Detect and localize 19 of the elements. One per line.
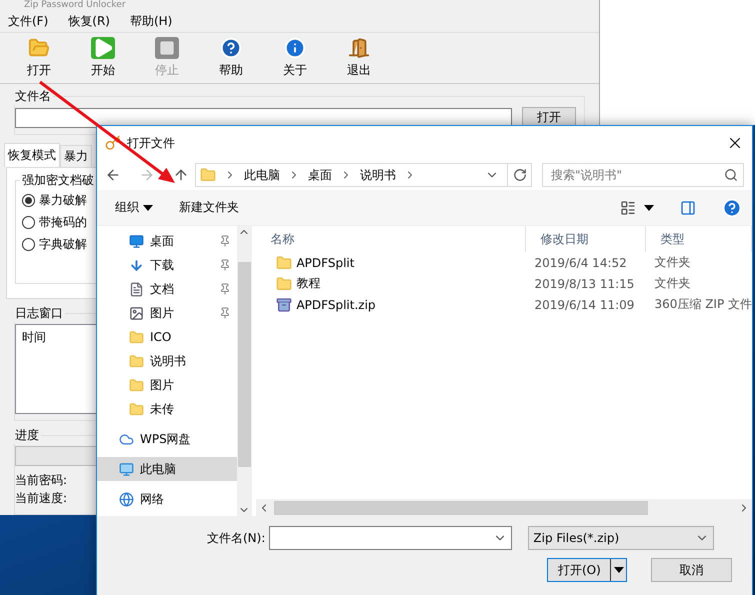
status-label: 当前密码: bbox=[15, 472, 68, 489]
group-title: 日志窗口 bbox=[14, 305, 64, 322]
file-type: 360压缩 ZIP 文件 bbox=[653, 296, 752, 313]
window-title: Zip Password Unlocker bbox=[23, 0, 127, 10]
file-date: 2019/8/13 11:15 bbox=[533, 276, 636, 290]
file-type: 文件夹 bbox=[653, 254, 692, 271]
dialog-title: 打开文件 bbox=[127, 134, 176, 152]
file-date: 2019/6/4 14:52 bbox=[533, 256, 628, 270]
column-header: 时间 bbox=[22, 330, 46, 344]
file-type: 文件夹 bbox=[653, 275, 692, 292]
file-date: 2019/6/14 11:09 bbox=[533, 298, 636, 312]
field-label: 文件名(N): bbox=[207, 530, 266, 546]
file-name: APDFSplit bbox=[296, 256, 354, 270]
group-title: 强加密文档破 bbox=[21, 172, 95, 189]
file-name: 教程 bbox=[296, 275, 320, 292]
group-title: 文件名 bbox=[14, 88, 52, 105]
file-name: APDFSplit.zip bbox=[296, 298, 376, 312]
status-label: 当前速度: bbox=[15, 490, 68, 507]
group-title: 进度 bbox=[14, 427, 40, 444]
